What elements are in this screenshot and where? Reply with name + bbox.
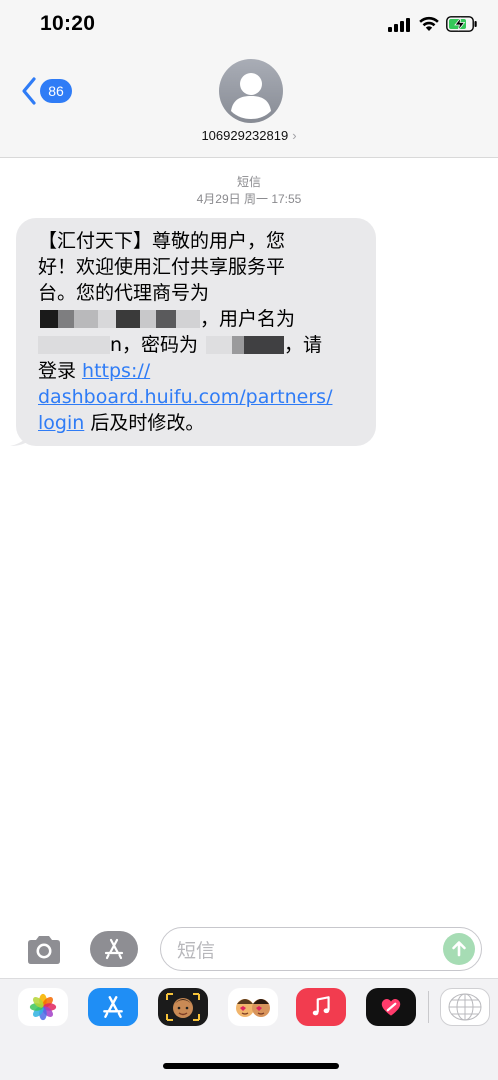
message-bubble-wrapper: 【汇付天下】尊敬的用户，您 好！欢迎使用汇付共享服务平 台。您的代理商号为 ，用… xyxy=(10,218,376,446)
music-note-icon xyxy=(312,996,330,1016)
photos-app-button[interactable] xyxy=(18,988,68,1026)
chevron-left-icon xyxy=(22,77,36,105)
redacted-password xyxy=(198,334,285,356)
message-line-5b: ，请 xyxy=(284,334,323,356)
message-line-2: 好！欢迎使用汇付共享服务平 xyxy=(38,256,286,278)
heart-touch-icon xyxy=(381,999,401,1016)
message-meta: 短信 4月29日 周一 17:55 xyxy=(0,174,498,208)
status-bar: 10:20 xyxy=(0,0,498,52)
globe-grid-icon xyxy=(448,993,482,1021)
message-suffix: 后及时修改。 xyxy=(84,412,205,434)
contact-name[interactable]: 106929232819 › xyxy=(0,128,498,143)
message-input[interactable]: 短信 xyxy=(160,927,482,971)
compose-bar: 短信 xyxy=(0,922,498,978)
message-timestamp: 4月29日 周一 17:55 xyxy=(196,192,302,206)
battery-charging-icon xyxy=(446,16,477,32)
message-line-4: ，用户名为 xyxy=(200,308,296,330)
more-apps-button[interactable] xyxy=(440,988,490,1026)
bubble-tail xyxy=(10,426,30,446)
message-line-6: 登录 xyxy=(38,360,83,382)
message-line-5a: n，密码为 xyxy=(110,334,199,356)
contact-number: 106929232819 xyxy=(201,128,289,143)
message-line-1: 【汇付天下】尊敬的用户，您 xyxy=(38,230,286,252)
wifi-icon xyxy=(419,16,439,31)
incoming-message-bubble[interactable]: 【汇付天下】尊敬的用户，您 好！欢迎使用汇付共享服务平 台。您的代理商号为 ，用… xyxy=(10,218,376,446)
redacted-agent-id xyxy=(38,308,200,330)
app-store-button[interactable] xyxy=(90,931,138,967)
imessage-app-drawer xyxy=(0,978,498,1080)
login-link-part-3: login xyxy=(38,412,85,434)
cellular-signal-icon xyxy=(388,18,410,32)
unread-count-badge: 86 xyxy=(40,79,72,103)
app-store-icon xyxy=(104,938,124,960)
contact-avatar[interactable] xyxy=(219,59,283,123)
message-line-3: 台。您的代理商号为 xyxy=(38,282,210,304)
digital-touch-app-button[interactable] xyxy=(366,988,416,1026)
memoji-stickers-icon xyxy=(236,999,270,1017)
memoji-icon xyxy=(166,993,200,1021)
camera-icon[interactable] xyxy=(24,934,64,966)
login-link-part-1: https:// xyxy=(82,360,151,382)
send-button[interactable] xyxy=(443,933,475,965)
login-link-part-2: dashboard.huifu.com/partners/ xyxy=(38,386,333,408)
chevron-right-icon: › xyxy=(292,128,297,143)
person-icon xyxy=(231,73,271,119)
message-input-placeholder: 短信 xyxy=(177,940,216,962)
status-time: 10:20 xyxy=(40,12,96,35)
music-app-button[interactable] xyxy=(296,988,346,1026)
back-button[interactable]: 86 xyxy=(20,76,72,106)
app-store-icon xyxy=(103,996,123,1018)
service-label: 短信 xyxy=(236,175,261,189)
photos-icon xyxy=(29,993,57,1021)
conversation-header: 86 106929232819 › xyxy=(0,52,498,158)
send-arrow-icon xyxy=(452,941,466,957)
home-indicator[interactable] xyxy=(163,1063,339,1069)
memoji-app-button[interactable] xyxy=(158,988,208,1026)
memoji-stickers-app-button[interactable] xyxy=(228,988,278,1026)
redacted-username xyxy=(38,334,110,356)
drawer-divider xyxy=(428,991,429,1023)
app-store-drawer-button[interactable] xyxy=(88,988,138,1026)
